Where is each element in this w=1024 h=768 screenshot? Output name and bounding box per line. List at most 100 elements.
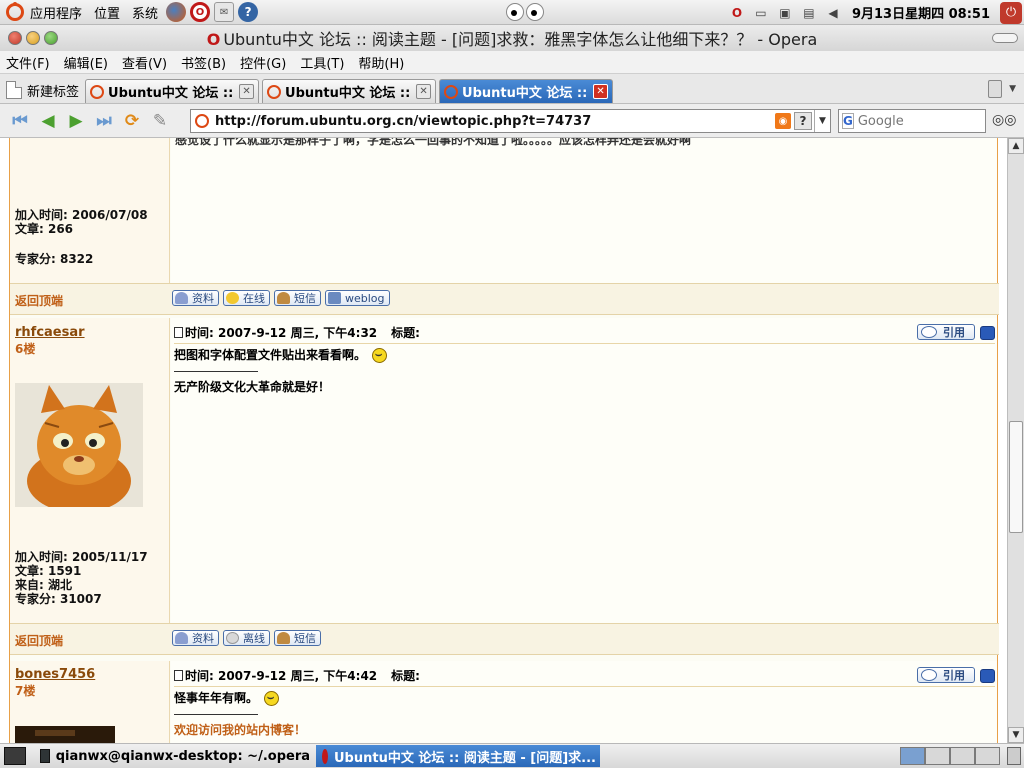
monitor-icon[interactable]: ▤ [800,5,818,21]
applications-menu[interactable]: 应用程序 [0,0,88,25]
chevron-down-icon[interactable]: ▼ [1009,84,1016,94]
online-status-button[interactable]: 在线 [223,290,270,306]
workspace-3[interactable] [950,747,975,765]
scroll-thumb[interactable] [1009,421,1023,533]
workspace-4[interactable] [975,747,1000,765]
tab-title: Ubuntu中文 论坛 :: ...... [285,86,416,101]
workspace-2[interactable] [925,747,950,765]
applications-menu-label: 应用程序 [30,6,83,22]
menu-tools[interactable]: 工具(T) [300,53,344,72]
keyboard-icon[interactable]: ▭ [752,5,770,21]
opera-logo-icon: O [206,30,221,49]
tab[interactable]: Ubuntu中文 论坛 :: ...... ✕ [85,79,260,103]
menu-view[interactable]: 查看(V) [122,53,167,72]
menu-file[interactable]: 文件(F) [6,53,50,72]
forum-topic: 加入时间: 2006/07/08 文章: 266 专家分: 8322 感觉设了什… [9,138,999,743]
profile-button[interactable]: 资料 [172,290,219,306]
profile-icon [175,632,188,644]
new-tab-button[interactable]: 新建标签 [6,77,79,103]
quote-button[interactable]: 引用 [917,667,975,683]
network-icon[interactable]: ▣ [776,5,794,21]
weblog-label: weblog [345,291,385,305]
glasses-icon[interactable]: ◎◎ [992,112,1016,128]
menu-help[interactable]: 帮助(H) [358,53,404,72]
url-text[interactable]: http://forum.ubuntu.org.cn/viewtopic.php… [215,114,775,129]
taskbar-item-opera[interactable]: Ubuntu中文 论坛 :: 阅读主题 - [问题]求... [316,745,600,767]
trash-icon[interactable] [1007,747,1021,765]
location: 来自: 湖北 [15,578,72,592]
quote-button[interactable]: 引用 [917,324,975,340]
places-menu[interactable]: 位置 [88,0,126,25]
clock[interactable]: 9月13日星期四 08:51 [848,3,994,22]
pm-button[interactable]: 短信 [274,630,321,646]
back-to-top-link[interactable]: 返回顶端 [15,632,63,649]
volume-icon[interactable]: ◀ [824,5,842,21]
taskbar-item-terminal[interactable]: qianwx@qianwx-desktop: ~/.opera [34,745,316,767]
rss-icon[interactable]: ◉ [775,113,791,129]
forward-icon[interactable]: ▶ [62,108,90,134]
post-doc-icon [174,670,183,681]
pm-button[interactable]: 短信 [274,290,321,306]
edit-icon[interactable] [980,326,995,340]
address-field[interactable]: http://forum.ubuntu.org.cn/viewtopic.php… [190,109,831,133]
chevron-down-icon[interactable]: ▼ [814,110,830,132]
ubuntu-favicon-icon [267,84,282,99]
window-titlebar[interactable]: O Ubuntu中文 论坛 :: 阅读主题 - [问题]求救：雅黑字体怎么让他细下… [0,25,1024,51]
close-tab-icon[interactable]: ✕ [416,84,432,99]
close-tab-icon[interactable]: ✕ [239,84,255,99]
toolbar-toggle-button[interactable] [992,33,1018,43]
scroll-up-icon[interactable]: ▲ [1008,138,1024,154]
workspace-1[interactable] [900,747,925,765]
eye-icon [506,3,524,21]
back-icon[interactable]: ◀ [34,108,62,134]
post-previous: 加入时间: 2006/07/08 文章: 266 专家分: 8322 感觉设了什… [10,138,999,283]
tab-active[interactable]: Ubuntu中文 论坛 :: ...... ✕ [439,79,614,103]
menu-edit[interactable]: 编辑(E) [64,53,108,72]
online-label: 在线 [243,292,265,305]
scroll-down-icon[interactable]: ▼ [1008,727,1024,743]
search-field[interactable]: G ▼ [838,109,1024,133]
site-info-icon[interactable]: ? [794,112,812,130]
users-icon [277,292,290,304]
lightbulb-icon [226,632,239,644]
google-icon[interactable]: G [842,113,854,129]
post-header: 时间: 2007-9-12 周三, 下午4:42 标题: 引用 [174,665,995,687]
close-tab-icon[interactable]: ✕ [593,84,609,99]
profile-icon [175,292,188,304]
post-body-column [171,138,997,283]
poster-column: bones7456 7楼 [10,661,170,743]
offline-status-button[interactable]: 离线 [223,630,270,646]
poster-username[interactable]: bones7456 [15,667,95,682]
system-tray: O ▭ ▣ ▤ ◀ 9月13日星期四 08:51 ⏻ [728,0,1024,25]
post-footer: 返回顶端 资料 离线 短信 [10,623,999,655]
trash-icon[interactable] [988,80,1002,98]
firefox-icon[interactable] [166,2,187,22]
back-to-top-link[interactable]: 返回顶端 [15,292,63,309]
poster-username[interactable]: rhfcaesar [15,325,85,340]
floor-number: 7楼 [15,684,36,698]
system-menu[interactable]: 系统 [126,0,164,25]
edit-icon[interactable] [980,669,995,683]
post-text: 把图和字体配置文件贴出来看看啊。 [174,348,367,362]
opera-icon[interactable]: O [190,2,211,22]
tab[interactable]: Ubuntu中文 论坛 :: ...... ✕ [262,79,437,103]
edit-pen-icon[interactable]: ✎ [146,108,174,134]
blog-link[interactable]: 欢迎访问我的站内博客！ [174,723,306,737]
opera-icon [322,748,328,764]
terminal-icon [40,749,50,763]
menu-widgets[interactable]: 控件(G) [240,53,286,72]
post-time: 时间: 2007-9-12 周三, 下午4:42 [185,669,378,683]
mail-icon[interactable]: ✉ [214,2,235,22]
weblog-button[interactable]: weblog [325,290,390,306]
opera-tray-icon[interactable]: O [728,5,746,21]
reload-icon[interactable]: ⟳ [118,108,146,134]
power-icon[interactable]: ⏻ [1000,1,1022,24]
profile-button[interactable]: 资料 [172,630,219,646]
fast-forward-icon[interactable]: ⏭ [90,108,118,134]
vertical-scrollbar[interactable]: ▲ ▼ [1007,138,1024,743]
help-icon[interactable]: ? [238,2,259,22]
show-desktop-icon[interactable] [4,747,26,765]
menu-bookmarks[interactable]: 书签(B) [181,53,226,72]
rewind-icon[interactable]: ⏮ [6,108,34,134]
avatar [15,383,143,507]
